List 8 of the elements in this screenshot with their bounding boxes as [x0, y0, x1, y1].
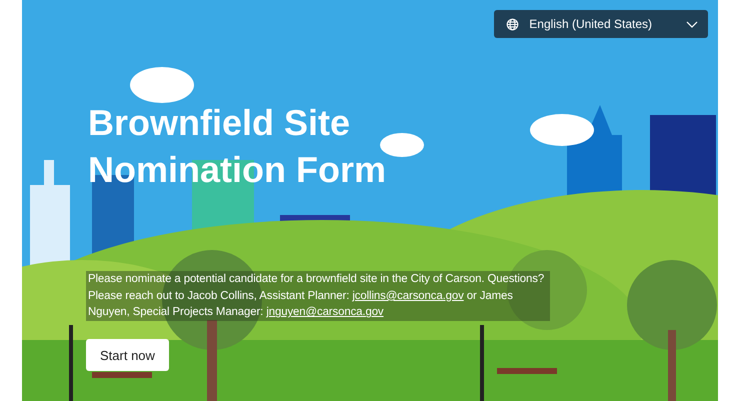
start-now-button[interactable]: Start now: [86, 339, 169, 371]
globe-icon: [506, 18, 520, 30]
form-title: Brownfield Site Nomination Form: [88, 101, 387, 192]
email-link[interactable]: jnguyen@carsonca.gov: [266, 306, 384, 318]
email-link[interactable]: jcollins@carsonca.gov: [352, 290, 464, 302]
language-selector[interactable]: English (United States): [494, 10, 708, 38]
chevron-down-icon: [686, 20, 698, 28]
form-description: Please nominate a potential candidate for a brownfield site in the City of Carson. Questions? Please reach out to Jacob Collins, Assistant Planner: jcollins@carsonca.gov or James Nguyen, Special Projects Manager: jnguyen@carsonca.gov: [86, 271, 550, 321]
